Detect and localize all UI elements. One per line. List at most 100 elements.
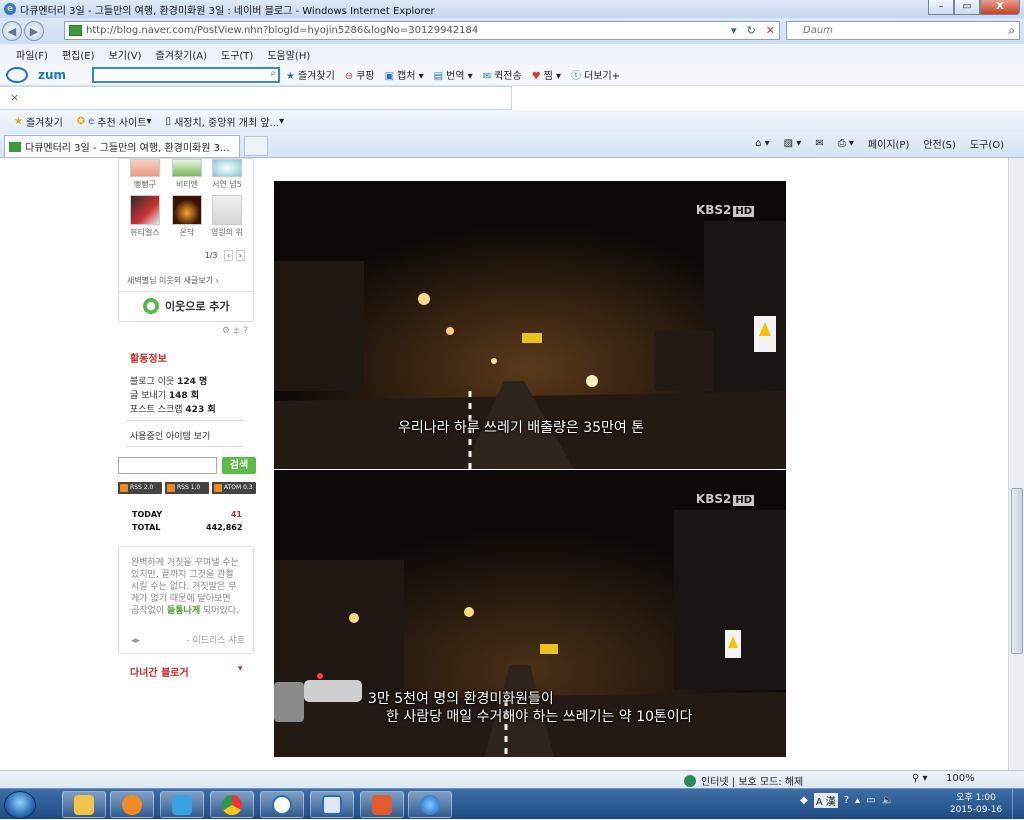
neighbor-item[interactable]: 뻥뻥구 bbox=[129, 159, 161, 190]
ime-icon[interactable]: A 漢 bbox=[813, 793, 838, 808]
security-zone[interactable]: 인터넷 | 보호 모드: 해제 bbox=[684, 773, 803, 788]
zoom-level[interactable]: 100% bbox=[946, 773, 975, 784]
app2-taskbar-button[interactable] bbox=[260, 791, 304, 818]
folder-icon bbox=[74, 794, 94, 815]
menu-tools[interactable]: 도구(T) bbox=[221, 47, 253, 62]
blog-search-input[interactable] bbox=[118, 457, 217, 474]
neighbor-item[interactable]: 서연 넘5 bbox=[211, 159, 243, 190]
network-shield-icon[interactable]: ◆ bbox=[800, 795, 808, 806]
mail-icon[interactable]: ✉ bbox=[815, 138, 823, 149]
menu-favorites[interactable]: 즐겨찾기(A) bbox=[156, 47, 207, 62]
tools-menu[interactable]: 도구(O) bbox=[970, 136, 1004, 151]
video-caption-line1: 3만 5천여 명의 환경미화원들이 bbox=[368, 691, 554, 707]
visited-bloggers-title[interactable]: 다녀간 블로거 bbox=[130, 664, 189, 679]
search-icon[interactable]: ⌕ bbox=[1008, 23, 1015, 38]
chrome-icon bbox=[222, 794, 242, 815]
window-titlebar: e 다큐멘터리 3일 - 그들만의 여행, 환경미화원 3일 : 네이버 블로그… bbox=[0, 0, 1024, 18]
app-taskbar-button[interactable] bbox=[160, 791, 204, 818]
tray-expand-icon[interactable]: ▴ bbox=[855, 795, 860, 806]
neighbor-item[interactable]: 비티엔 bbox=[171, 159, 203, 190]
home-icon[interactable]: ⌂ ▾ bbox=[755, 138, 770, 149]
zum-favorites-button[interactable]: ★ 즐겨찾기 bbox=[286, 67, 335, 82]
search-placeholder: Daum bbox=[803, 25, 833, 36]
add-neighbor-button[interactable]: ● 이웃으로 추가 bbox=[143, 298, 230, 314]
minimize-button[interactable]: – bbox=[928, 0, 954, 15]
zum-more-button[interactable]: ⓣ 더보기+ bbox=[571, 67, 620, 82]
media-player-taskbar-button[interactable] bbox=[110, 791, 154, 818]
favorites-button[interactable]: ★ 즐겨찾기 bbox=[14, 114, 63, 129]
favorites-bar: ★ 즐겨찾기 ✪ e 추천 사이트 ▾ ▯ 새정치, 중앙위 개최 앞... ▾ bbox=[0, 110, 1024, 132]
explorer-taskbar-button[interactable] bbox=[62, 791, 106, 818]
print-icon[interactable]: ⎙ ▾ bbox=[838, 138, 854, 149]
zum-search-input[interactable]: ⌕ bbox=[92, 67, 280, 83]
search-box[interactable]: Daum ⌕ bbox=[786, 21, 1020, 40]
rss2-link[interactable]: RSS 2.0 bbox=[118, 482, 162, 494]
page-content: 뻥뻥구 비티엔 서연 넘5 뷰티얼스 온닥 영원의 위 1/3 ‹ › 새벽별님… bbox=[0, 158, 1008, 770]
feeds-icon[interactable]: ▧ ▾ bbox=[784, 138, 802, 149]
zum-search-icon[interactable]: ⌕ bbox=[270, 68, 276, 80]
taskbar: ◆ A 漢 ? ▴ ▭ 🔈 오후 1:00 2015-09-16 bbox=[0, 788, 1024, 820]
tab-active[interactable]: 다큐멘터리 3일 - 그들만의 여행, 환경미화원 3... bbox=[4, 135, 240, 157]
favorite-news-link[interactable]: ▯ 새정치, 중앙위 개최 앞... ▾ bbox=[166, 114, 285, 129]
address-bar[interactable]: http://blog.naver.com/PostView.nhn?blogI… bbox=[64, 21, 780, 40]
prev-page-button[interactable]: ‹ bbox=[224, 250, 234, 261]
start-button[interactable] bbox=[4, 791, 36, 819]
blog-search-button[interactable]: 검색 bbox=[222, 457, 256, 474]
zum-toolbar: zum ⌕ ★ 즐겨찾기 ⊖ 쿠팡 ▣ 캡처 ▾ ▤ 번역 ▾ ✉ 퀵전송 ♥ 찜 ▾ ⓣ 더… bbox=[0, 64, 1024, 86]
menu-view[interactable]: 보기(V) bbox=[109, 47, 142, 62]
window-controls: – ▭ X bbox=[928, 0, 1020, 15]
zum-wish-button[interactable]: ♥ 찜 ▾ bbox=[532, 67, 561, 82]
zum-logo[interactable]: zum bbox=[38, 68, 66, 82]
activity-title: 활동정보 bbox=[130, 354, 167, 365]
ie-taskbar-button[interactable] bbox=[408, 791, 452, 818]
restore-button[interactable]: ▭ bbox=[954, 0, 980, 15]
close-toolbar-button[interactable]: × bbox=[0, 86, 512, 110]
rss1-link[interactable]: RSS 1.0 bbox=[165, 482, 209, 494]
back-button[interactable]: ◀ bbox=[2, 21, 22, 41]
zum-quicksend-button[interactable]: ✉ 퀵전송 bbox=[483, 67, 522, 82]
neighbor-item[interactable]: 온닥 bbox=[171, 195, 203, 238]
zum-menu-icon[interactable] bbox=[6, 67, 28, 83]
clock[interactable]: 오후 1:00 2015-09-16 bbox=[946, 792, 1006, 816]
menu-help[interactable]: 도움말(H) bbox=[267, 47, 310, 62]
neighbor-item[interactable]: 영원의 위 bbox=[211, 195, 243, 238]
volume-icon[interactable]: 🔈 bbox=[882, 795, 894, 806]
zum-translate-button[interactable]: ▤ 번역 ▾ bbox=[434, 67, 473, 82]
page-menu[interactable]: 페이지(P) bbox=[868, 136, 909, 151]
close-button[interactable]: X bbox=[980, 0, 1020, 15]
refresh-icon[interactable]: ↻ bbox=[747, 24, 756, 37]
powerpoint-taskbar-button[interactable] bbox=[360, 791, 404, 818]
safety-menu[interactable]: 안전(S) bbox=[923, 136, 956, 151]
forward-button[interactable]: ▶ bbox=[24, 21, 44, 41]
network-icon[interactable]: ▭ bbox=[866, 795, 875, 806]
show-desktop-button[interactable] bbox=[1012, 789, 1024, 820]
menu-edit[interactable]: 편집(E) bbox=[62, 47, 95, 62]
status-bar: 인터넷 | 보호 모드: 해제 ⚲ ▾ 100% bbox=[0, 770, 1024, 788]
suggested-sites-button[interactable]: ✪ e 추천 사이트 ▾ bbox=[77, 114, 152, 129]
quote-nav-icon[interactable]: ◂▸ bbox=[131, 635, 140, 647]
stop-icon[interactable]: ✕ bbox=[766, 24, 775, 37]
ie-icon: e bbox=[4, 3, 16, 15]
zoom-icon[interactable]: ⚲ ▾ bbox=[912, 773, 928, 784]
chrome-taskbar-button[interactable] bbox=[210, 791, 254, 818]
widget-settings-icons[interactable]: ⚙ ± ? bbox=[222, 326, 248, 336]
next-page-button[interactable]: › bbox=[235, 250, 245, 261]
vertical-scrollbar[interactable] bbox=[1008, 158, 1024, 770]
dropdown-icon[interactable]: ▾ bbox=[731, 24, 737, 37]
scrollbar-thumb[interactable] bbox=[1011, 488, 1023, 654]
new-tab-button[interactable] bbox=[244, 136, 268, 156]
neighbor-item[interactable]: 뷰티얼스 bbox=[129, 195, 161, 238]
chevron-down-icon[interactable]: ▾ bbox=[238, 664, 243, 674]
help-icon[interactable]: ? bbox=[844, 795, 849, 806]
star-icon: ★ bbox=[14, 115, 23, 127]
zum-capture-button[interactable]: ▣ 캡처 ▾ bbox=[385, 67, 424, 82]
star-add-icon: ✪ bbox=[76, 115, 86, 127]
atom-link[interactable]: ATOM 0.3 bbox=[212, 482, 256, 494]
menu-file[interactable]: 파일(F) bbox=[16, 47, 48, 62]
neighbor-new-posts-link[interactable]: 새벽별님 이웃의 새글보기 › bbox=[127, 275, 219, 286]
ie-small-icon: e bbox=[88, 115, 95, 127]
menu-bar: 파일(F) 편집(E) 보기(V) 즐겨찾기(A) 도구(T) 도움말(H) bbox=[0, 44, 1024, 64]
items-link[interactable]: 사용중인 아이템 보기 bbox=[130, 429, 210, 442]
zum-coupang-button[interactable]: ⊖ 쿠팡 bbox=[345, 67, 375, 82]
app3-taskbar-button[interactable] bbox=[310, 791, 354, 818]
